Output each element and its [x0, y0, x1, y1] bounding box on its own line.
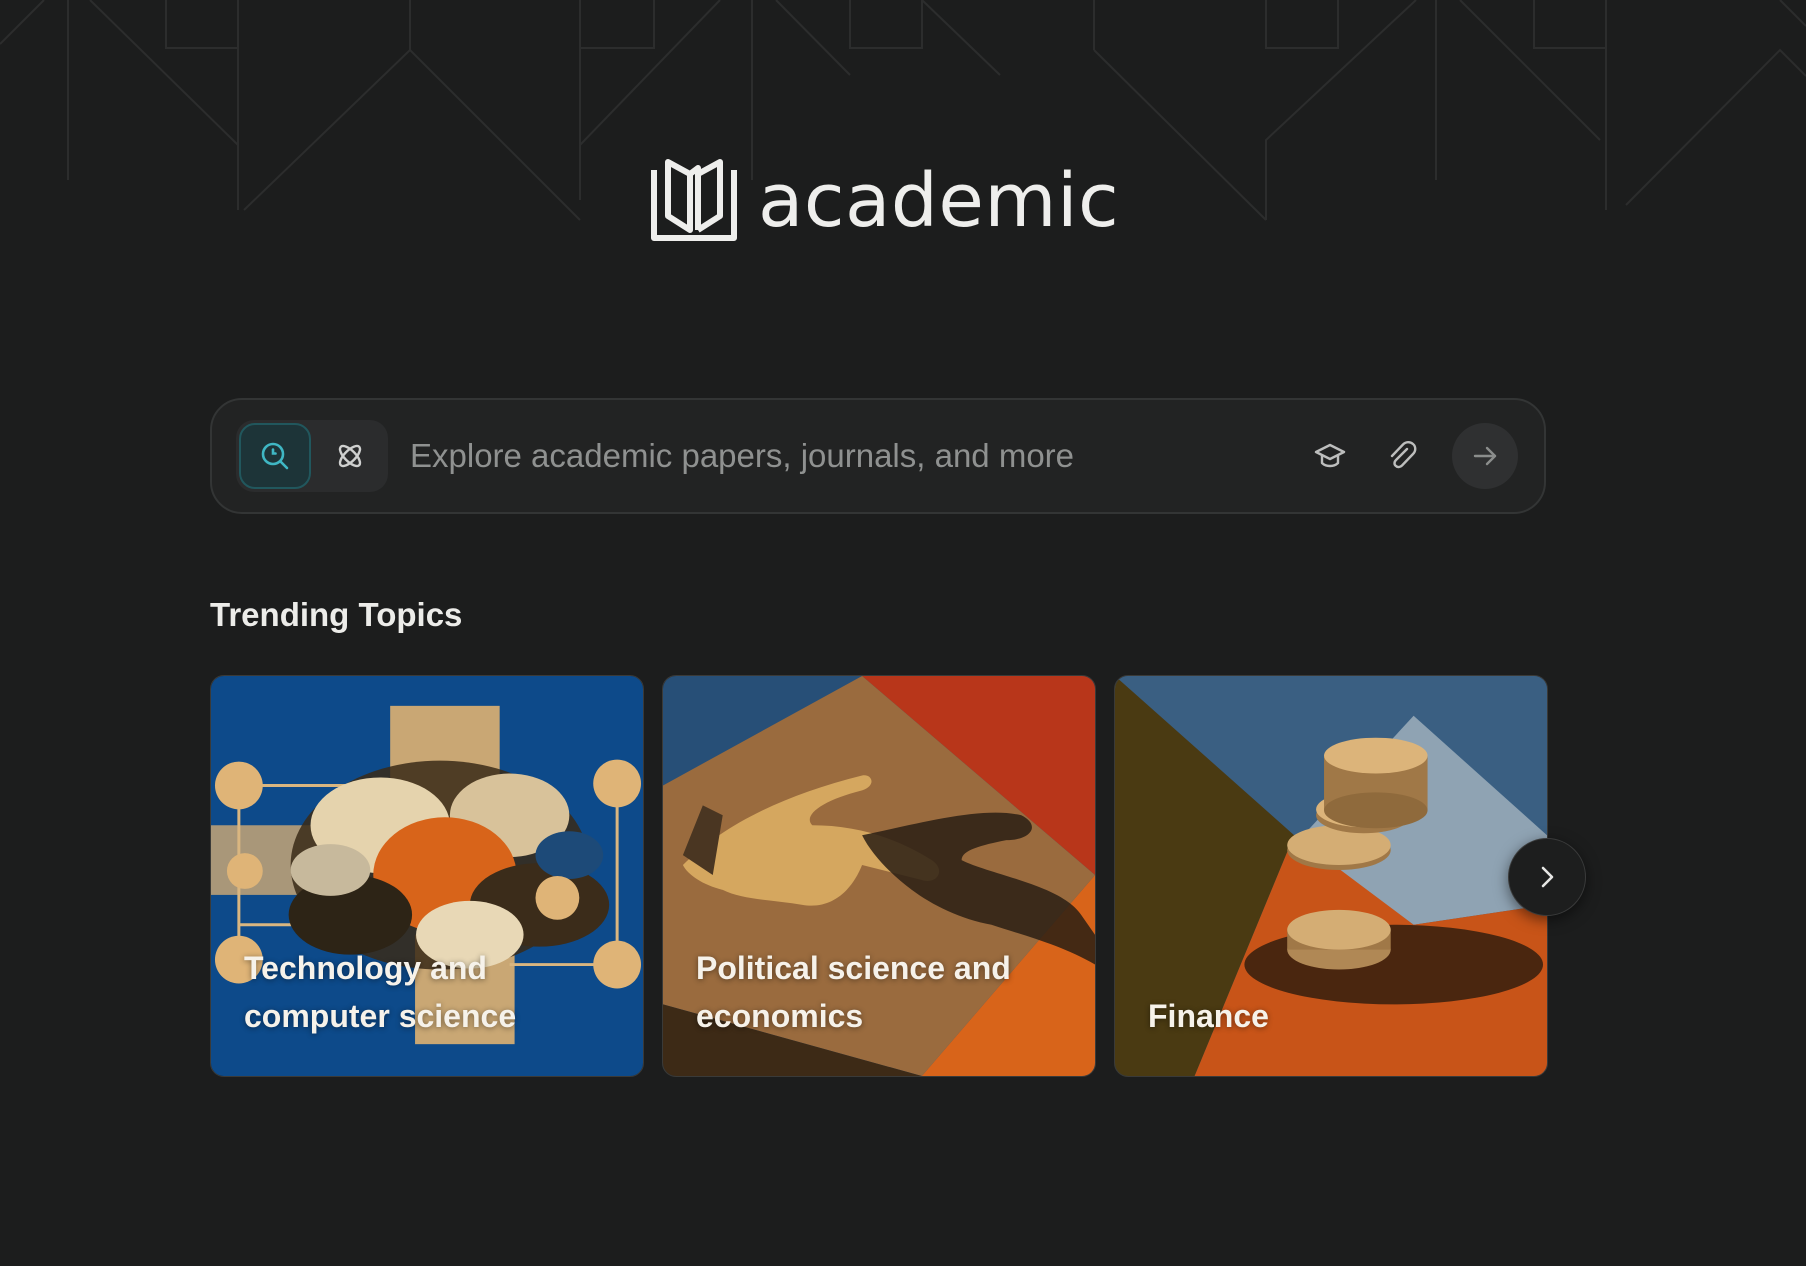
- topic-card-political-science[interactable]: Political science and economics: [662, 675, 1096, 1077]
- brand-name: academic: [758, 158, 1120, 244]
- paperclip-icon: [1390, 440, 1417, 469]
- book-logo-icon: [651, 159, 737, 241]
- research-mode-button[interactable]: [314, 423, 386, 489]
- attach-button[interactable]: [1372, 426, 1432, 486]
- search-input[interactable]: [410, 426, 1300, 486]
- topic-card-label: Finance: [1148, 998, 1269, 1034]
- graduation-cap-icon: [1314, 443, 1346, 468]
- trending-topics-list: Technology and computer science Politica…: [210, 675, 1548, 1077]
- topic-card-label: Technology and computer science: [244, 950, 517, 1034]
- topic-card-finance[interactable]: Finance: [1114, 675, 1548, 1077]
- topic-card-technology[interactable]: Technology and computer science: [210, 675, 644, 1077]
- search-mode-button[interactable]: [239, 423, 311, 489]
- search-bar: [210, 398, 1546, 514]
- topic-card-label: Political science and economics: [696, 950, 1011, 1034]
- brand-logo: academic: [650, 158, 1119, 244]
- atom-icon: [338, 444, 362, 468]
- arrow-right-icon: [1473, 446, 1497, 466]
- chevron-right-icon: [1541, 866, 1554, 888]
- carousel-next-button[interactable]: [1508, 838, 1586, 916]
- submit-button[interactable]: [1452, 423, 1518, 489]
- academic-filter-button[interactable]: [1300, 426, 1360, 486]
- search-icon: [261, 442, 289, 470]
- trending-topics-title: Trending Topics: [210, 596, 463, 633]
- search-mode-toggle: [236, 420, 388, 492]
